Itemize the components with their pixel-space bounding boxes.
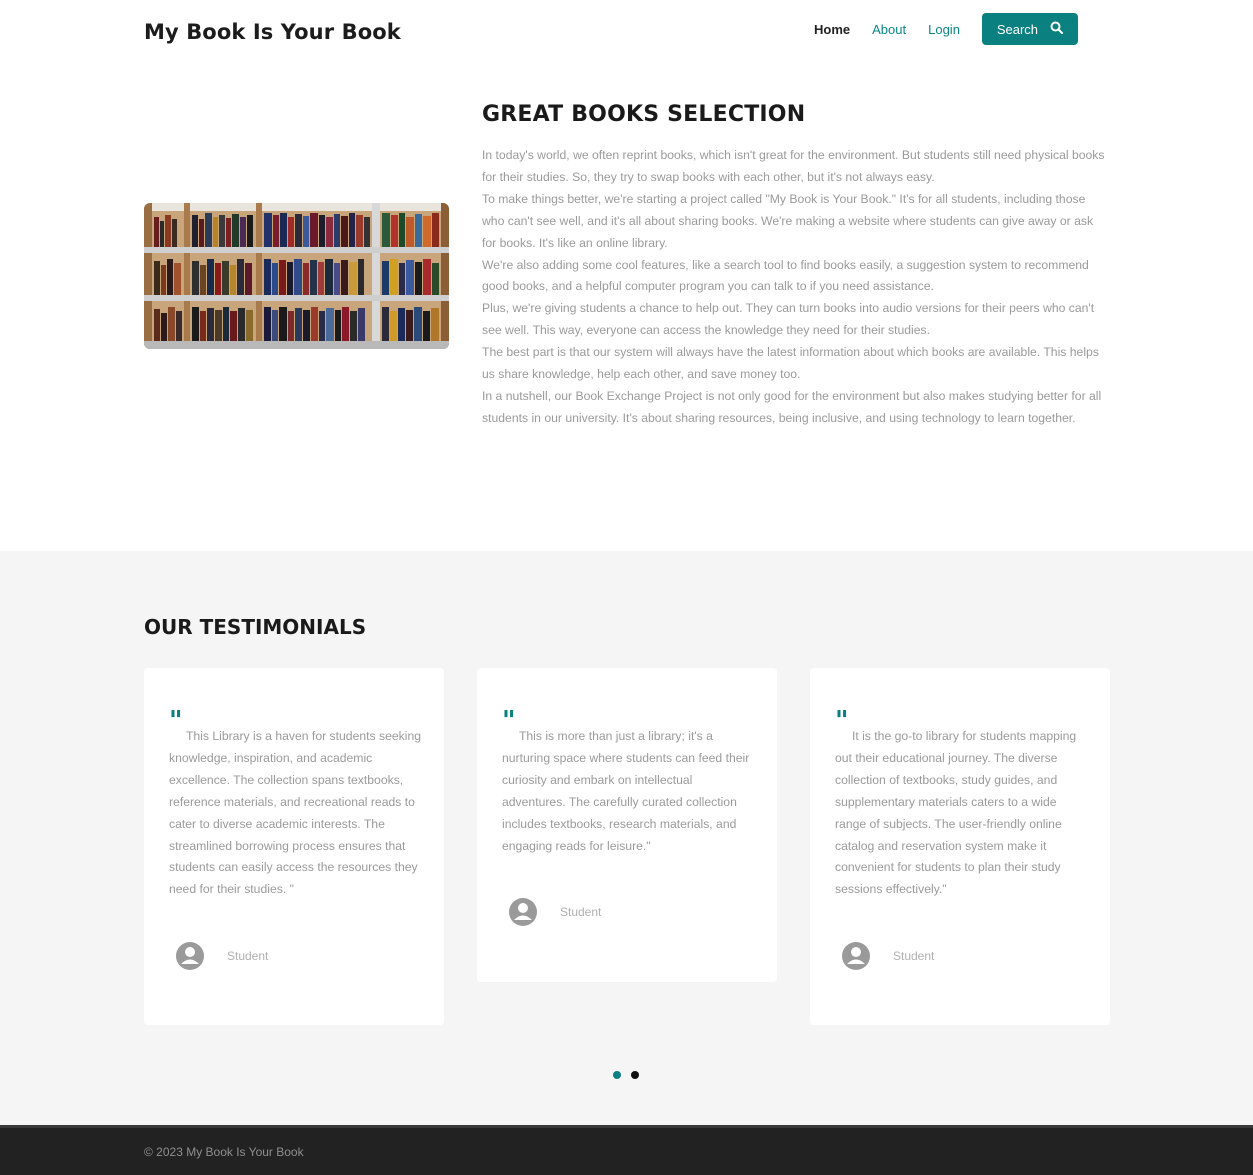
- about-paragraph: In today's world, we often reprint books…: [482, 148, 1105, 184]
- site-brand[interactable]: My Book Is Your Book: [144, 20, 401, 44]
- search-icon: [1050, 21, 1064, 37]
- testimonial-quote-text: This is more than just a library; it's a…: [502, 729, 750, 853]
- testimonial-card: " This Library is a haven for students s…: [144, 668, 444, 1025]
- main-nav: Home About Login Search: [814, 13, 1078, 45]
- search-button[interactable]: Search: [981, 13, 1078, 45]
- carousel-dot-1[interactable]: [613, 1071, 621, 1079]
- testimonial-card: " It is the go-to library for students m…: [810, 668, 1110, 1025]
- nav-home-link[interactable]: Home: [814, 22, 850, 37]
- testimonial-author-name: Student: [227, 949, 269, 963]
- testimonial-card: " This is more than just a library; it's…: [477, 668, 777, 982]
- testimonial-author: Student: [175, 941, 268, 971]
- nav-login-link[interactable]: Login: [928, 22, 960, 37]
- testimonial-author-name: Student: [560, 905, 602, 919]
- testimonial-quote: This Library is a haven for students see…: [169, 726, 424, 901]
- about-paragraph: To make things better, we're starting a …: [482, 191, 1094, 250]
- about-description: In today's world, we often reprint books…: [482, 145, 1110, 430]
- about-paragraph: The best part is that our system will al…: [482, 345, 1099, 382]
- search-button-label: Search: [996, 21, 1039, 37]
- testimonial-quote: It is the go-to library for students map…: [835, 726, 1090, 901]
- carousel-pagination: [613, 1071, 639, 1079]
- about-paragraph: Plus, we're giving students a chance to …: [482, 301, 1095, 338]
- bookshelf-image: [144, 203, 449, 349]
- carousel-dot-2[interactable]: [631, 1071, 639, 1079]
- testimonial-author: Student: [841, 941, 934, 971]
- user-avatar-icon: [176, 942, 204, 970]
- testimonial-quote: This is more than just a library; it's a…: [502, 726, 757, 857]
- testimonial-author: Student: [508, 897, 601, 927]
- nav-about-link[interactable]: About: [872, 22, 906, 37]
- testimonial-author-name: Student: [893, 949, 935, 963]
- testimonial-quote-text: It is the go-to library for students map…: [835, 729, 1077, 897]
- testimonials-section: OUR TESTIMONIALS " This Library is a hav…: [0, 551, 1253, 1125]
- testimonial-quote-text: This Library is a haven for students see…: [169, 729, 422, 897]
- site-header: My Book Is Your Book Home About Login Se…: [0, 0, 1253, 70]
- about-paragraph: We're also adding some cool features, li…: [482, 257, 1089, 294]
- user-avatar-icon: [842, 942, 870, 970]
- footer-copyright: © 2023 My Book Is Your Book: [144, 1145, 304, 1159]
- about-paragraph: In a nutshell, our Book Exchange Project…: [482, 388, 1102, 425]
- user-avatar-icon: [509, 898, 537, 926]
- site-footer: © 2023 My Book Is Your Book: [0, 1125, 1253, 1175]
- testimonials-title: OUR TESTIMONIALS: [144, 615, 367, 639]
- about-title: GREAT BOOKS SELECTION: [482, 102, 806, 127]
